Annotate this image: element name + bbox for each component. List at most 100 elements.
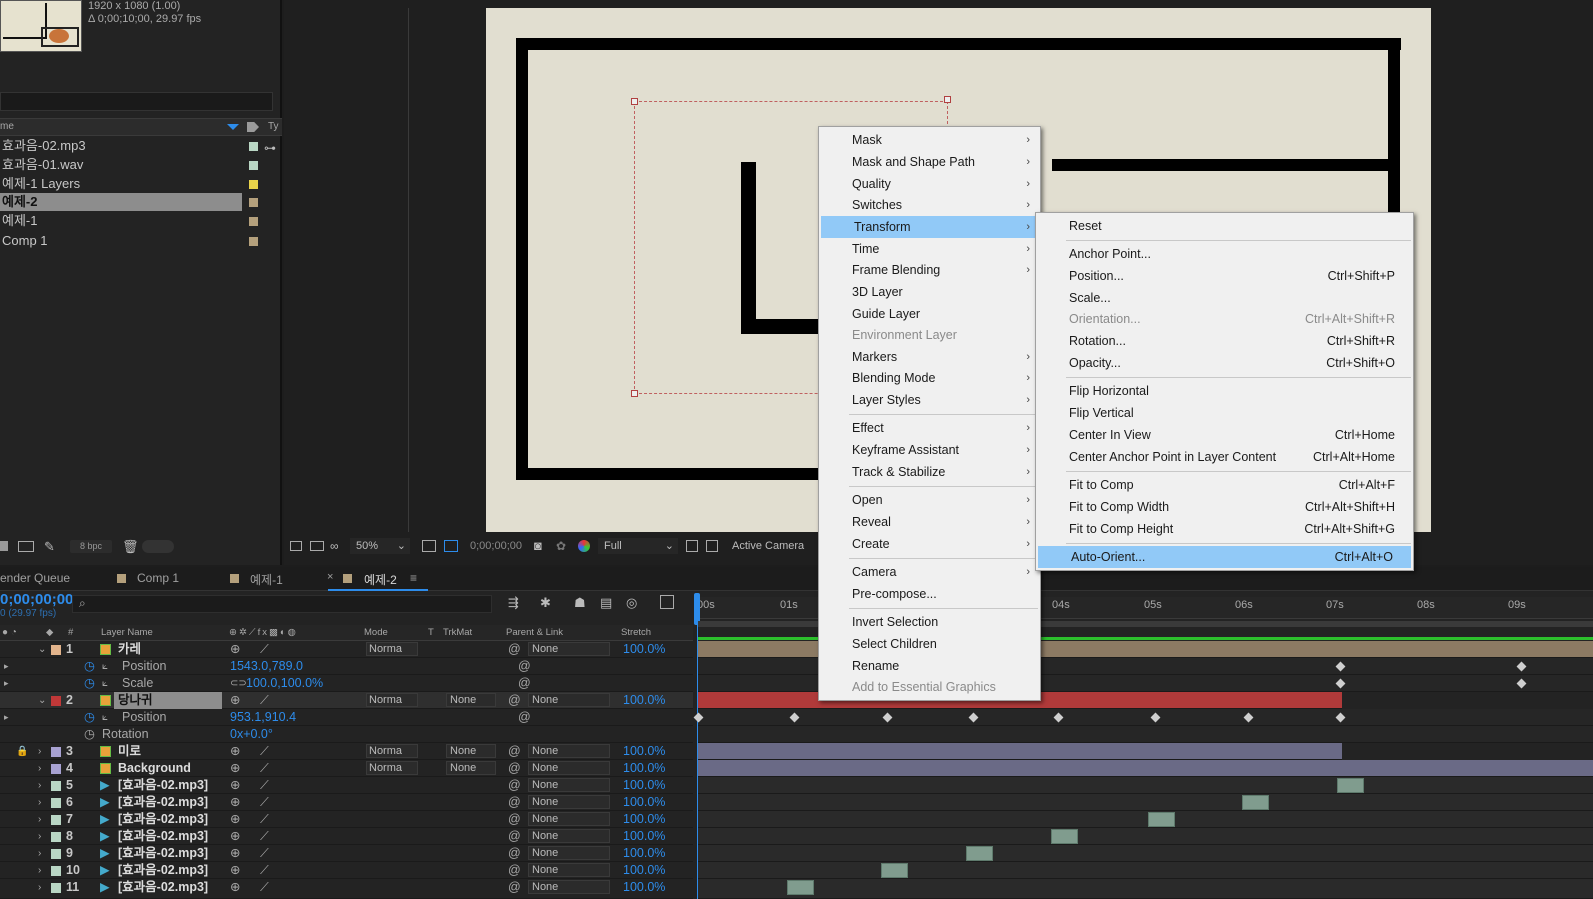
label-color-swatch[interactable] [249, 142, 258, 151]
stretch-value[interactable]: 100.0% [623, 828, 665, 845]
graph-icon[interactable]: ⟀ [102, 658, 108, 675]
project-item-selected[interactable]: 예제-2 [0, 193, 242, 211]
expand-arrow-icon[interactable]: › [38, 828, 41, 845]
project-search-input[interactable] [0, 92, 273, 111]
menu-item-position[interactable]: Position... Ctrl+Shift+P [1036, 265, 1413, 287]
parent-dropdown[interactable]: None [528, 795, 610, 809]
mode-dropdown[interactable]: Norma [366, 761, 418, 775]
audio-clip[interactable] [966, 846, 993, 861]
parent-dropdown[interactable]: None [528, 863, 610, 877]
label-color-swatch[interactable] [51, 764, 61, 774]
channel-icon[interactable] [578, 540, 590, 552]
menu-item-auto-orient[interactable]: Auto-Orient... Ctrl+Alt+O [1038, 546, 1411, 568]
property-value[interactable]: 953.1,910.4 [230, 709, 296, 726]
stretch-value[interactable]: 100.0% [623, 794, 665, 811]
sort-arrow-icon[interactable] [227, 124, 239, 130]
shy-switch-icon[interactable]: ⊕ [230, 828, 240, 845]
menu-item-scale[interactable]: Scale... [1036, 287, 1413, 309]
parent-dropdown[interactable]: None [528, 744, 610, 758]
layer-row[interactable]: › 7 ▶ [효과음-02.mp3] ⊕ ⟋ @ None 100.0% [0, 811, 693, 828]
stretch-value[interactable]: 100.0% [623, 760, 665, 777]
shy-switch-icon[interactable]: ⊕ [230, 692, 240, 709]
menu-item-effect[interactable]: Effect › [819, 417, 1040, 439]
current-time-display[interactable]: 0;00;00;00 [0, 591, 73, 608]
quality-switch-icon[interactable]: ⟋ [260, 828, 269, 845]
stretch-value[interactable]: 100.0% [623, 811, 665, 828]
layer-name[interactable]: [효과음-02.mp3] [118, 862, 208, 879]
quality-switch-icon[interactable]: ⟋ [260, 845, 269, 862]
trkmat-dropdown[interactable]: None [446, 693, 496, 707]
quality-switch-icon[interactable]: ⟋ [260, 641, 269, 658]
menu-item-fit-to-comp-width[interactable]: Fit to Comp Width Ctrl+Alt+Shift+H [1036, 496, 1413, 518]
label-color-swatch[interactable] [249, 217, 258, 226]
stretch-header[interactable]: Stretch [621, 625, 651, 641]
menu-item-rotation[interactable]: Rotation... Ctrl+Shift+R [1036, 330, 1413, 352]
expand-arrow-icon[interactable]: › [38, 743, 41, 760]
quality-switch-icon[interactable]: ⟋ [260, 760, 269, 777]
close-icon[interactable]: × [327, 571, 333, 583]
camera-dropdown[interactable]: Active Camera [730, 538, 830, 554]
parent-dropdown[interactable]: None [528, 846, 610, 860]
menu-item-mask-shape-path[interactable]: Mask and Shape Path › [819, 151, 1040, 173]
menu-item-center-anchor-point[interactable]: Center Anchor Point in Layer Content Ctrl… [1036, 446, 1413, 468]
expand-arrow-icon[interactable]: › [38, 777, 41, 794]
menu-item-3d-layer[interactable]: 3D Layer [819, 281, 1040, 303]
shy-switch-icon[interactable]: ⊕ [230, 862, 240, 879]
menu-item-fit-to-comp-height[interactable]: Fit to Comp Height Ctrl+Alt+Shift+G [1036, 518, 1413, 540]
pickwhip-icon[interactable]: @ [508, 743, 521, 760]
keyframe[interactable] [693, 712, 704, 723]
new-comp-icon[interactable]: ✎ [44, 539, 55, 555]
monitor-icon[interactable] [310, 541, 324, 551]
audio-clip[interactable] [881, 863, 908, 878]
pickwhip-icon[interactable]: @ [518, 658, 531, 675]
property-row[interactable]: ◷ Rotation 0x+0.0° [0, 726, 693, 743]
trkmat-dropdown[interactable]: None [446, 761, 496, 775]
menu-item-transform[interactable]: Transform › [821, 216, 1040, 238]
pickwhip-icon[interactable]: @ [518, 709, 531, 726]
layer-row[interactable]: 🔒 › 3 미로 ⊕ ⟋ Norma None @ None 100.0% [0, 743, 693, 760]
project-item[interactable]: 효과음-02.mp3 ⊶ [0, 137, 276, 155]
motion-blur-icon[interactable]: ◎ [626, 595, 637, 611]
keyframe[interactable] [882, 712, 893, 723]
pickwhip-icon[interactable]: @ [518, 675, 531, 692]
interpret-footage-icon[interactable] [0, 541, 8, 551]
transparency-grid-icon[interactable] [444, 540, 458, 552]
keyframe-track[interactable] [698, 726, 1593, 743]
menu-item-keyframe-assistant[interactable]: Keyframe Assistant › [819, 439, 1040, 461]
shy-switch-icon[interactable]: ⊕ [230, 641, 240, 658]
pickwhip-icon[interactable]: @ [508, 794, 521, 811]
project-item[interactable]: 예제-1 [0, 212, 262, 230]
label-color-swatch[interactable] [51, 866, 61, 876]
expand-arrow-icon[interactable]: › [38, 862, 41, 879]
expand-arrow-icon[interactable]: ▸ [4, 658, 9, 675]
shy-switch-icon[interactable]: ⊕ [230, 794, 240, 811]
graph-editor-icon[interactable] [660, 595, 674, 609]
quality-switch-icon[interactable]: ⟋ [260, 862, 269, 879]
always-preview-icon[interactable] [290, 541, 302, 551]
menu-item-switches[interactable]: Switches › [819, 194, 1040, 216]
menu-item-blending-mode[interactable]: Blending Mode › [819, 367, 1040, 389]
audio-track[interactable] [698, 811, 1593, 828]
expand-arrow-icon[interactable]: › [38, 811, 41, 828]
expand-arrow-icon[interactable]: › [38, 794, 41, 811]
label-tag-icon[interactable]: ◆ [46, 625, 53, 641]
constrain-proportions-icon[interactable]: ⊂⊃ [230, 675, 247, 692]
audio-clip[interactable] [1051, 829, 1078, 844]
property-row[interactable]: ▸ ◷ ⟀ Position 953.1,910.4 @ [0, 709, 693, 726]
snapshot-icon[interactable]: ◙ [534, 538, 542, 554]
layer-row[interactable]: › 4 Background ⊕ ⟋ Norma None @ None 100… [0, 760, 693, 777]
transform-handle[interactable] [944, 96, 951, 103]
transform-handle[interactable] [631, 390, 638, 397]
keyframe[interactable] [968, 712, 979, 723]
toggle-grid-icon[interactable] [706, 540, 718, 552]
graph-icon[interactable]: ⟀ [102, 709, 108, 726]
shy-icon[interactable]: ☗ [574, 595, 586, 611]
label-color-swatch[interactable] [249, 198, 258, 207]
layer-row[interactable]: ⌄ 1 카레 ⊕ ⟋ Norma @ None 100.0% [0, 641, 693, 658]
pickwhip-icon[interactable]: @ [508, 828, 521, 845]
quality-switch-icon[interactable]: ⟋ [260, 794, 269, 811]
resolution-dropdown[interactable]: Full ⌄ [598, 538, 678, 554]
layer-name[interactable]: [효과음-02.mp3] [118, 879, 208, 896]
parent-dropdown[interactable]: None [528, 693, 610, 707]
expand-arrow-icon[interactable]: › [38, 760, 41, 777]
